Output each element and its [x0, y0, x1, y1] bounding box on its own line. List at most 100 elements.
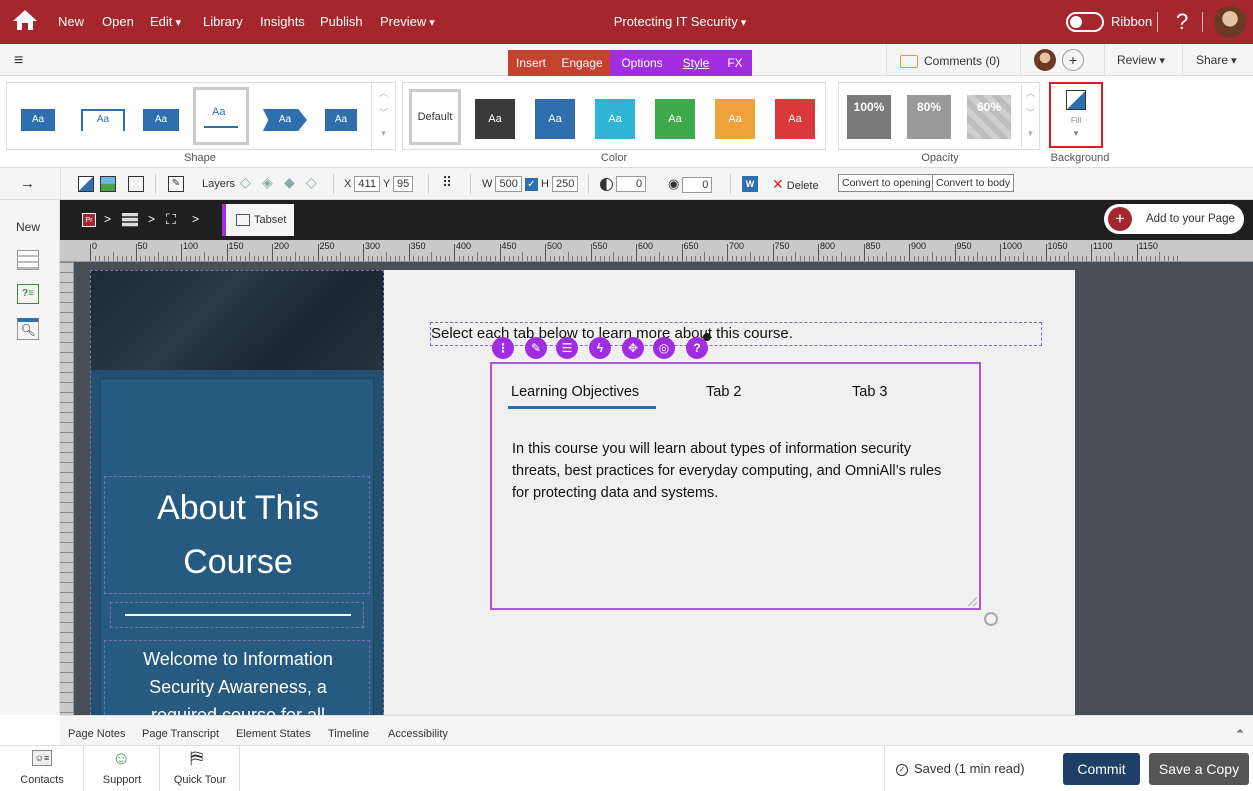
x-input[interactable]: 411: [354, 176, 380, 192]
hamburger-icon[interactable]: ≡: [14, 52, 23, 70]
lightning-icon[interactable]: ϟ: [589, 337, 611, 359]
fill-tool-icon[interactable]: [78, 176, 94, 192]
collaborator-avatar[interactable]: [1034, 49, 1056, 71]
color-default[interactable]: Default: [409, 89, 461, 145]
tab-2[interactable]: Tab 2: [706, 384, 741, 400]
home-icon[interactable]: [12, 8, 38, 35]
height-input[interactable]: 250: [551, 176, 579, 192]
width-input[interactable]: 500: [495, 176, 522, 192]
tab-options[interactable]: Options: [610, 50, 674, 76]
comments-button[interactable]: Comments (0): [900, 51, 1000, 71]
word-export-icon[interactable]: W: [742, 176, 758, 192]
layer-back-icon[interactable]: ◇: [240, 174, 251, 191]
edit-pencil-icon[interactable]: ✎: [525, 337, 547, 359]
tab-page-notes[interactable]: Page Notes: [68, 728, 125, 740]
image-tool-icon[interactable]: [100, 176, 116, 192]
shape-option-5[interactable]: Aa: [263, 109, 307, 131]
resize-grip-icon[interactable]: [967, 596, 977, 606]
opacity-scroll[interactable]: ︿ ﹀ ▾: [1021, 83, 1039, 149]
tab-element-states[interactable]: Element States: [236, 728, 311, 740]
shape-option-6[interactable]: Aa: [325, 109, 357, 131]
convert-to-opening-button[interactable]: Convert to opening: [838, 174, 935, 192]
tab-page-transcript[interactable]: Page Transcript: [142, 728, 219, 740]
menu-preview[interactable]: Preview: [380, 0, 435, 44]
shape-option-2[interactable]: Aa: [81, 109, 125, 131]
menu-publish[interactable]: Publish: [320, 0, 363, 44]
tab-accessibility[interactable]: Accessibility: [388, 728, 448, 740]
tab-engage[interactable]: Engage: [554, 50, 610, 76]
tab-fx[interactable]: FX: [718, 50, 752, 76]
opacity-60[interactable]: 60%: [967, 95, 1011, 139]
layer-forward-icon[interactable]: ◆: [284, 174, 295, 191]
lock-ratio-checkbox[interactable]: ✓: [524, 177, 538, 191]
menu-open[interactable]: Open: [102, 0, 134, 44]
add-collaborator-button[interactable]: +: [1062, 49, 1084, 71]
shape-option-4-selected[interactable]: Aa: [193, 87, 249, 145]
opacity-100[interactable]: 100%: [847, 95, 891, 139]
color-swatch-dark[interactable]: Aa: [475, 99, 515, 139]
more-options-icon[interactable]: ⋮: [492, 337, 514, 359]
settings-sliders-icon[interactable]: ☰: [556, 337, 578, 359]
quiz-template-icon[interactable]: ?≡: [17, 284, 39, 304]
menu-library[interactable]: Library: [203, 0, 243, 44]
background-fill-button[interactable]: Fill ▾: [1049, 82, 1103, 148]
add-to-page-button[interactable]: + Add to your Page: [1104, 204, 1244, 234]
commit-button[interactable]: Commit: [1063, 753, 1140, 785]
edit-tool-icon[interactable]: ✎: [168, 176, 184, 192]
tab-3[interactable]: Tab 3: [852, 384, 887, 400]
support-button[interactable]: ☺ Support: [84, 746, 160, 791]
ribbon-toggle[interactable]: [1066, 12, 1104, 32]
save-a-copy-button[interactable]: Save a Copy: [1149, 753, 1249, 785]
expand-panel-icon[interactable]: ⏶: [1236, 726, 1244, 737]
quick-tour-button[interactable]: ⛿ Quick Tour: [160, 746, 240, 791]
shape-option-3[interactable]: Aa: [143, 109, 179, 131]
color-swatch-cyan[interactable]: Aa: [595, 99, 635, 139]
delete-button[interactable]: ✕ Delete: [772, 175, 819, 193]
grid-icon[interactable]: ⠿: [442, 174, 452, 191]
shape-option-1[interactable]: Aa: [21, 109, 55, 131]
collapse-arrow-icon[interactable]: →: [20, 175, 35, 192]
user-avatar[interactable]: [1214, 6, 1246, 38]
tabset[interactable]: Learning Objectives Tab 2 Tab 3 In this …: [490, 362, 981, 610]
share-menu[interactable]: Share: [1196, 53, 1237, 67]
search-page-icon[interactable]: 🔍︎: [17, 318, 39, 340]
target-icon[interactable]: ◎: [653, 337, 675, 359]
help-button[interactable]: ?: [1176, 0, 1188, 44]
opacity-input[interactable]: 0: [682, 177, 713, 193]
menu-new[interactable]: New: [58, 0, 84, 44]
tab-insert[interactable]: Insert: [508, 50, 554, 76]
presentation-icon[interactable]: Pr: [82, 213, 96, 227]
convert-to-body-button[interactable]: Convert to body: [932, 174, 1015, 192]
ruler-minor-tick: [1113, 252, 1115, 261]
move-icon[interactable]: ✥: [622, 337, 644, 359]
fill-icon: [1066, 90, 1086, 110]
rotation-input[interactable]: 0: [616, 176, 647, 192]
border-tool-icon[interactable]: [128, 176, 144, 192]
page-template-icon[interactable]: [17, 250, 39, 270]
review-menu[interactable]: Review: [1117, 53, 1165, 67]
instruction-textbox[interactable]: Select each tab below to learn more abou…: [430, 322, 1042, 346]
layer-backward-icon[interactable]: ◈: [262, 174, 273, 191]
group-icon[interactable]: ⛶: [166, 211, 176, 228]
menu-insights[interactable]: Insights: [260, 0, 305, 44]
drag-handle-dot[interactable]: [703, 333, 711, 341]
color-swatch-orange[interactable]: Aa: [715, 99, 755, 139]
opacity-80[interactable]: 80%: [907, 95, 951, 139]
color-swatch-red[interactable]: Aa: [775, 99, 815, 139]
color-swatch-blue[interactable]: Aa: [535, 99, 575, 139]
y-input[interactable]: 95: [393, 176, 414, 192]
shape-scroll[interactable]: ︿ ﹀ ▾: [371, 83, 395, 149]
contacts-button[interactable]: ☺≡ Contacts: [0, 746, 84, 791]
layers-label: Layers: [202, 178, 236, 190]
tab-timeline[interactable]: Timeline: [328, 728, 369, 740]
layer-front-icon[interactable]: ◇: [306, 174, 317, 191]
about-panel[interactable]: About This Course Welcome to Information…: [90, 270, 384, 715]
tab-learning-objectives[interactable]: Learning Objectives: [511, 384, 639, 400]
color-swatch-green[interactable]: Aa: [655, 99, 695, 139]
breadcrumb-current[interactable]: Tabset: [222, 204, 295, 236]
menu-edit[interactable]: Edit: [150, 0, 181, 44]
page-icon[interactable]: [122, 213, 138, 227]
tab-style[interactable]: Style: [674, 50, 718, 76]
rotate-handle-icon[interactable]: [984, 612, 998, 626]
course-title[interactable]: Protecting IT Security: [560, 0, 800, 45]
